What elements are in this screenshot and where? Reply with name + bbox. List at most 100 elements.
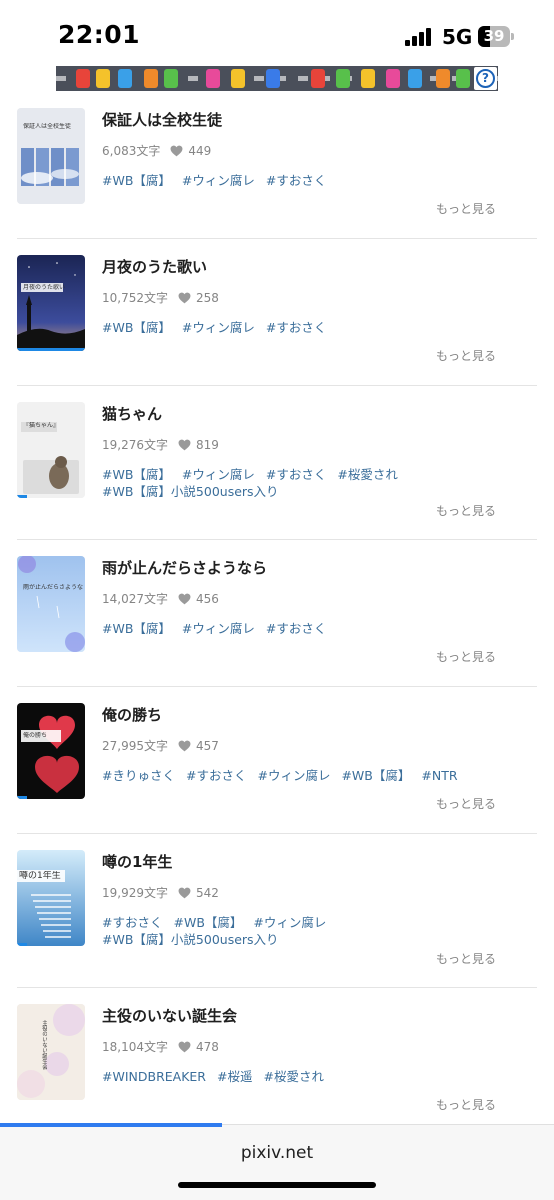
cellular-signal-icon <box>405 28 435 46</box>
tag-link[interactable]: #ウィン腐レ <box>253 915 326 930</box>
novel-cover-image[interactable]: 主役のいない誕生会 <box>17 1004 85 1100</box>
tag-link[interactable]: #NTR <box>421 768 457 783</box>
novel-list-item[interactable]: 『猫ちゃん』 猫ちゃん 19,276文字 819 #WB【腐】 #ウィン腐レ #すお… <box>17 386 537 540</box>
tag-link[interactable]: #WB【腐】 <box>102 621 171 636</box>
network-type: 5G <box>442 25 473 49</box>
tag-link[interactable]: #ウィン腐レ <box>257 768 330 783</box>
character-count: 6,083文字 <box>102 144 161 158</box>
heart-icon <box>178 887 191 898</box>
novel-list-item[interactable]: 月夜のうた歌い 月夜のうた歌い 10,752文字 258 #WB【腐】 #ウィン腐… <box>17 239 537 386</box>
see-more-link[interactable]: もっと見る <box>436 502 496 519</box>
see-more-link[interactable]: もっと見る <box>436 200 496 217</box>
tag-link[interactable]: #きりゅさく <box>102 768 175 783</box>
tag-link[interactable]: #すおさく <box>102 915 162 930</box>
tag-link[interactable]: #WB【腐】小説500users入り <box>102 484 279 499</box>
tag-link[interactable]: #桜愛され <box>337 467 397 482</box>
novel-meta: 10,752文字 258 <box>102 289 219 306</box>
novel-list-item[interactable]: 主役のいない誕生会 主役のいない誕生会 18,104文字 478 #WINDBR… <box>17 988 537 1122</box>
tag-link[interactable]: #ウィン腐レ <box>182 173 255 188</box>
read-progress-bar <box>17 495 27 498</box>
novel-meta: 6,083文字 449 <box>102 142 211 159</box>
novel-list-item[interactable]: 雨が止んだらさようなら 雨が止んだらさようなら 14,027文字 456 #WB… <box>17 540 537 687</box>
novel-cover-image[interactable]: 『猫ちゃん』 <box>17 402 85 498</box>
novel-title[interactable]: 猫ちゃん <box>102 403 162 424</box>
tag-list: #WB【腐】 #ウィン腐レ #すおさく #桜愛され #WB【腐】小説500users入り <box>102 466 502 500</box>
novel-list-item[interactable]: 噂の1年生 噂の1年生 19,929文字 542 #すおさく #WB【腐】 #ウィン… <box>17 834 537 988</box>
heart-icon <box>178 1041 191 1052</box>
novel-title[interactable]: 保証人は全校生徒 <box>102 109 222 130</box>
character-count: 18,104文字 <box>102 1040 168 1054</box>
cover-art <box>17 556 85 652</box>
question-mark-icon: ? <box>476 69 495 88</box>
novel-cover-image[interactable]: 保証人は全校生徒 <box>17 108 85 204</box>
novel-cover-image[interactable]: 月夜のうた歌い <box>17 255 85 351</box>
tag-link[interactable]: #すおさく <box>266 467 326 482</box>
novel-title[interactable]: 月夜のうた歌い <box>102 256 207 277</box>
browser-bottom-bar: pixiv.net <box>0 1123 554 1200</box>
tag-link[interactable]: #WB【腐】 <box>102 173 171 188</box>
tag-list: #WB【腐】 #ウィン腐レ #すおさく <box>102 319 502 336</box>
novel-title[interactable]: 主役のいない誕生会 <box>102 1005 237 1026</box>
like-count: 258 <box>196 290 219 305</box>
tag-link[interactable]: #WB【腐】 <box>102 320 171 335</box>
heart-icon <box>178 740 191 751</box>
heart-icon <box>170 145 183 156</box>
novel-title[interactable]: 俺の勝ち <box>102 704 162 725</box>
ad-banner[interactable]: ? <box>56 66 498 91</box>
like-count: 449 <box>188 143 212 158</box>
novel-meta: 19,929文字 542 <box>102 884 219 901</box>
see-more-link[interactable]: もっと見る <box>436 795 496 812</box>
see-more-link[interactable]: もっと見る <box>436 950 496 967</box>
read-progress-bar <box>17 796 27 799</box>
tag-link[interactable]: #WB【腐】 <box>102 467 171 482</box>
see-more-link[interactable]: もっと見る <box>436 648 496 665</box>
tag-link[interactable]: #桜遥 <box>217 1069 252 1084</box>
tag-list: #WB【腐】 #ウィン腐レ #すおさく <box>102 620 502 637</box>
like-count: 478 <box>196 1039 219 1054</box>
cover-art <box>17 255 85 351</box>
tag-link[interactable]: #すおさく <box>266 320 326 335</box>
cover-caption: 主役のいない誕生会 <box>41 1020 47 1070</box>
like-count: 457 <box>196 738 219 753</box>
tag-link[interactable]: #ウィン腐レ <box>182 621 255 636</box>
cover-caption: 保証人は全校生徒 <box>23 123 72 130</box>
cover-caption: 噂の1年生 <box>19 871 61 881</box>
novel-meta: 14,027文字 456 <box>102 590 219 607</box>
novel-title[interactable]: 噂の1年生 <box>102 851 172 872</box>
novel-cover-image[interactable]: 俺の勝ち <box>17 703 85 799</box>
home-indicator[interactable] <box>178 1182 376 1188</box>
ad-help-button[interactable]: ? <box>474 67 497 90</box>
novel-cover-image[interactable]: 噂の1年生 <box>17 850 85 946</box>
page-load-progress <box>0 1123 222 1127</box>
see-more-link[interactable]: もっと見る <box>436 347 496 364</box>
novel-cover-image[interactable]: 雨が止んだらさようなら <box>17 556 85 652</box>
tag-link[interactable]: #すおさく <box>186 768 246 783</box>
character-count: 10,752文字 <box>102 291 168 305</box>
novel-list-item[interactable]: 保証人は全校生徒 保証人は全校生徒 6,083文字 449 #WB【腐】 #ウィン… <box>17 92 537 239</box>
battery-percent: 39 <box>483 27 505 45</box>
status-bar: 22:01 5G 39 <box>0 0 554 66</box>
novel-meta: 18,104文字 478 <box>102 1038 219 1055</box>
tag-link[interactable]: #WB【腐】 <box>173 915 242 930</box>
tag-list: #すおさく #WB【腐】 #ウィン腐レ #WB【腐】小説500users入り <box>102 914 502 948</box>
tag-link[interactable]: #ウィン腐レ <box>182 320 255 335</box>
tag-link[interactable]: #すおさく <box>266 173 326 188</box>
url-field[interactable]: pixiv.net <box>0 1143 554 1163</box>
novel-list: 保証人は全校生徒 保証人は全校生徒 6,083文字 449 #WB【腐】 #ウィン… <box>0 92 554 1122</box>
tag-link[interactable]: #ウィン腐レ <box>182 467 255 482</box>
tag-list: #きりゅさく #すおさく #ウィン腐レ #WB【腐】 #NTR <box>102 767 502 784</box>
tag-link[interactable]: #WB【腐】小説500users入り <box>102 932 279 947</box>
read-progress-bar <box>17 943 27 946</box>
tag-link[interactable]: #すおさく <box>266 621 326 636</box>
tag-link[interactable]: #桜愛され <box>263 1069 323 1084</box>
battery-icon: 39 <box>478 26 514 47</box>
novel-title[interactable]: 雨が止んだらさようなら <box>102 557 267 578</box>
novel-list-item[interactable]: 俺の勝ち 俺の勝ち 27,995文字 457 #きりゅさく #すおさく #ウィン腐レ… <box>17 687 537 834</box>
character-count: 19,929文字 <box>102 886 168 900</box>
character-count: 27,995文字 <box>102 739 168 753</box>
tag-link[interactable]: #WB【腐】 <box>341 768 410 783</box>
cover-art <box>17 703 85 799</box>
see-more-link[interactable]: もっと見る <box>436 1096 496 1113</box>
cover-caption: 『猫ちゃん』 <box>23 422 60 429</box>
tag-link[interactable]: #WINDBREAKER <box>102 1069 206 1084</box>
